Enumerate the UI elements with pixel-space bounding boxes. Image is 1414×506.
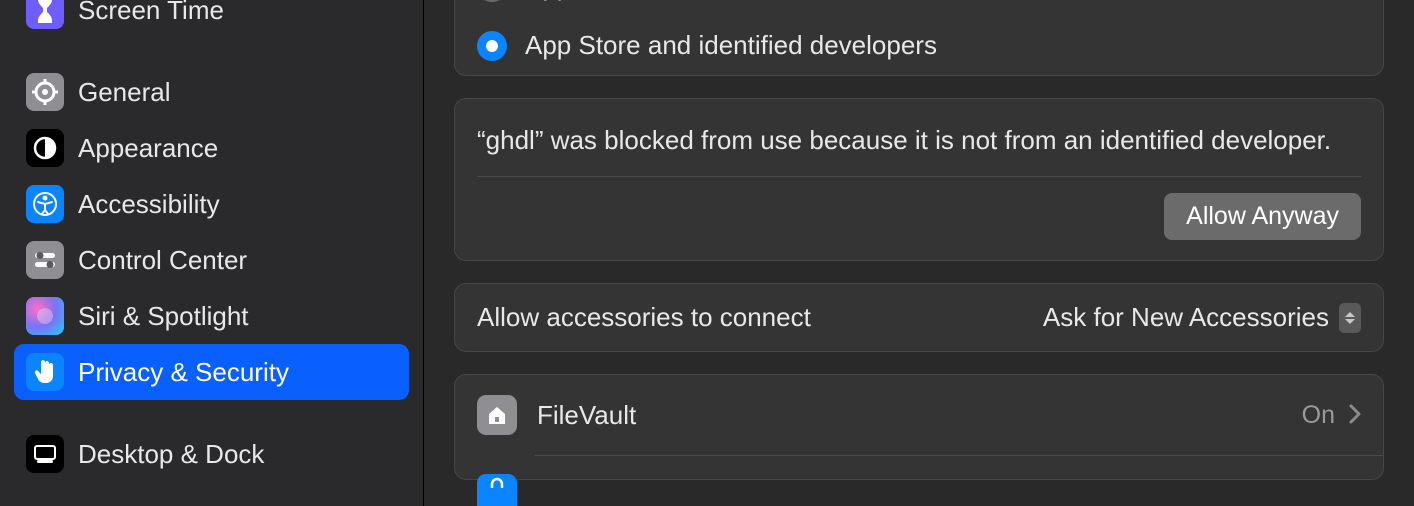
sidebar-item-label: Privacy & Security [78, 357, 289, 388]
security-list-panel: FileVault On [454, 374, 1384, 480]
accessories-label: Allow accessories to connect [477, 302, 811, 333]
radio-label: App Store [525, 0, 641, 2]
sidebar-item-siri-spotlight[interactable]: Siri & Spotlight [14, 288, 409, 344]
accessories-value[interactable]: Ask for New Accessories [1043, 302, 1361, 333]
filevault-label: FileVault [537, 400, 1302, 431]
divider [477, 176, 1361, 177]
blocked-app-panel: “ghdl” was blocked from use because it i… [454, 98, 1384, 261]
sidebar-item-privacy-security[interactable]: Privacy & Security [14, 344, 409, 400]
sidebar-group: General Appearance Accessibility Control… [14, 64, 409, 400]
sidebar-item-appearance[interactable]: Appearance [14, 120, 409, 176]
sidebar-item-label: Desktop & Dock [78, 439, 264, 470]
sidebar-item-desktop-dock[interactable]: Desktop & Dock [14, 426, 409, 482]
sidebar-item-label: Control Center [78, 245, 247, 276]
accessories-panel: Allow accessories to connect Ask for New… [454, 283, 1384, 352]
radio-label: App Store and identified developers [525, 30, 937, 61]
gear-icon [26, 73, 64, 111]
sidebar-item-general[interactable]: General [14, 64, 409, 120]
hourglass-icon [26, 0, 64, 29]
sidebar-group: Screen Time [14, 0, 409, 38]
sidebar-item-label: Accessibility [78, 189, 220, 220]
sidebar-item-label: Siri & Spotlight [78, 301, 249, 332]
chevron-right-icon [1349, 400, 1361, 431]
accessories-value-text: Ask for New Accessories [1043, 302, 1329, 333]
allow-apps-panel: App Store App Store and identified devel… [454, 0, 1384, 76]
radio-icon [477, 0, 507, 2]
sidebar-item-control-center[interactable]: Control Center [14, 232, 409, 288]
radio-app-store[interactable]: App Store [455, 0, 1383, 16]
dock-icon [26, 435, 64, 473]
hand-icon [26, 353, 64, 391]
blocked-message: “ghdl” was blocked from use because it i… [477, 123, 1361, 158]
accessories-row[interactable]: Allow accessories to connect Ask for New… [455, 284, 1383, 351]
sidebar-group: Desktop & Dock [14, 426, 409, 482]
sidebar-item-label: Appearance [78, 133, 218, 164]
radio-icon [477, 31, 507, 61]
main-content: App Store App Store and identified devel… [424, 0, 1414, 506]
lockdown-row-partial[interactable] [455, 456, 1383, 479]
sidebar-item-label: General [78, 77, 171, 108]
allow-anyway-button[interactable]: Allow Anyway [1164, 193, 1361, 240]
siri-icon [26, 297, 64, 335]
sidebar-item-accessibility[interactable]: Accessibility [14, 176, 409, 232]
filevault-row[interactable]: FileVault On [455, 375, 1383, 455]
lockdown-icon [477, 474, 517, 506]
filevault-value: On [1302, 401, 1335, 430]
filevault-icon [477, 395, 517, 435]
accessibility-icon [26, 185, 64, 223]
up-down-icon [1339, 303, 1361, 333]
button-row: Allow Anyway [477, 193, 1361, 240]
appearance-icon [26, 129, 64, 167]
sidebar-item-screen-time[interactable]: Screen Time [14, 0, 409, 38]
control-center-icon [26, 241, 64, 279]
sidebar: Screen Time General Appearance Accessibi… [0, 0, 424, 506]
sidebar-item-label: Screen Time [78, 0, 224, 26]
radio-app-store-identified[interactable]: App Store and identified developers [455, 16, 1383, 75]
